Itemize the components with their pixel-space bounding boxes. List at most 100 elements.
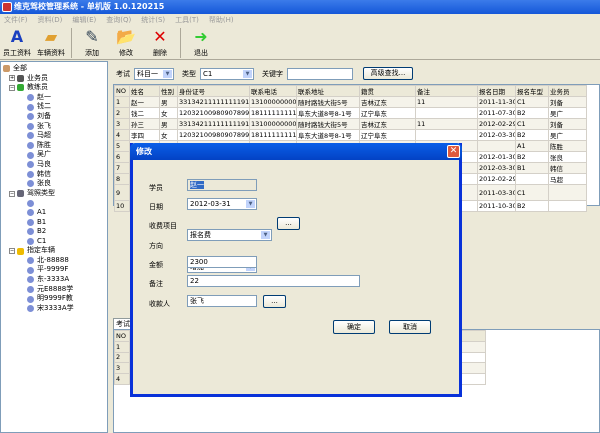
tree-item[interactable]: 元E8888学 [3, 285, 105, 295]
tree-item[interactable]: B2 [3, 227, 105, 237]
table-cell: 2012-01-30 [477, 151, 516, 163]
column-header[interactable]: 性别 [159, 85, 178, 97]
tree-group[interactable]: − 驾照类型 [3, 189, 105, 199]
table-cell: 7 [114, 162, 130, 174]
tree-item[interactable]: 北-88888 [3, 256, 105, 266]
column-header[interactable]: 报名车型 [515, 85, 549, 97]
menu-item[interactable]: 资料(D) [38, 14, 63, 26]
toolbar-button-delete[interactable]: ✕ 删除 [143, 26, 177, 60]
chevron-down-icon[interactable]: ▼ [261, 231, 270, 239]
table-row[interactable]: 4李四女120321009809078991X18111111111阜东大道8号… [114, 129, 587, 141]
keyword-input[interactable] [287, 67, 353, 80]
node-icon [27, 113, 34, 121]
chevron-down-icon[interactable]: ▼ [243, 69, 252, 78]
tree-item[interactable]: 明9999F教 [3, 294, 105, 304]
advanced-search-button[interactable]: 高级查找... [363, 67, 413, 80]
cancel-button[interactable]: 取消 [389, 320, 431, 334]
tree-item[interactable] [3, 198, 105, 208]
node-icon [27, 266, 34, 274]
ok-button[interactable]: 确定 [333, 320, 375, 334]
table-cell: 张良 [548, 151, 587, 163]
tree-group[interactable]: + 业务员 [3, 74, 105, 84]
table-cell: 钱二 [129, 107, 160, 119]
collapse-icon[interactable]: − [9, 84, 15, 91]
type-select[interactable]: C1 ▼ [200, 67, 254, 80]
toolbar-button-edit[interactable]: 📂 修改 [109, 26, 143, 60]
column-header[interactable]: 业务员 [548, 85, 587, 97]
tree-item[interactable]: 马超 [3, 131, 105, 141]
tree-label: 宋3333A学 [37, 303, 74, 312]
exam-select[interactable]: 科目一 ▼ [134, 67, 174, 80]
menu-item[interactable]: 查询(Q) [106, 14, 131, 26]
column-header[interactable]: 备注 [415, 85, 478, 97]
keyword-label: 关键字 [262, 69, 283, 78]
fee-item-select[interactable]: 报名费 ▼ [187, 229, 272, 241]
tree-root[interactable]: 全部 [3, 64, 105, 74]
tree-group[interactable]: − 教练员 [3, 83, 105, 93]
table-cell: 马超 [548, 173, 587, 185]
table-cell: 吉林辽东 [359, 96, 416, 108]
column-header[interactable]: 联系电话 [249, 85, 297, 97]
close-icon[interactable]: ✕ [447, 145, 460, 158]
table-cell: 6 [114, 151, 130, 163]
chevron-down-icon[interactable]: ▼ [163, 69, 172, 78]
tree-item[interactable]: 韩信 [3, 170, 105, 180]
menu-item[interactable]: 统计(S) [141, 14, 165, 26]
tree-label: 吴广 [37, 150, 51, 159]
menu-item[interactable]: 文件(F) [4, 14, 28, 26]
menu-item[interactable]: 帮助(H) [209, 14, 234, 26]
menu-item[interactable]: 编辑(E) [72, 14, 96, 26]
column-header[interactable]: 联系地址 [296, 85, 360, 97]
tree-item[interactable]: 张良 [3, 179, 105, 189]
tree-item[interactable]: B1 [3, 218, 105, 228]
table-row[interactable]: 3 孙三男 331342111111111911 13100000000 随时路钱大街5… [114, 118, 587, 130]
tree-label: 北-88888 [37, 255, 69, 264]
table-cell: 8 [114, 173, 130, 185]
expand-icon[interactable]: + [9, 75, 15, 82]
column-header[interactable]: NO [114, 85, 130, 97]
column-header[interactable]: NO [114, 330, 130, 342]
fee-item-browse-button[interactable]: ... [277, 217, 300, 230]
tree-item[interactable]: 吴广 [3, 150, 105, 160]
category-tree[interactable]: 全部 + 业务员 − 教练员 赵一 钱二 刘备 张飞 马超 陈胜 吴广 马良 韩信 张良 − 驾照类型 A1 B1 B… [0, 61, 108, 433]
tree-item[interactable]: 刘备 [3, 112, 105, 122]
menu-item[interactable]: 工具(T) [175, 14, 199, 26]
toolbar-button-exit[interactable]: ➜ 退出 [184, 26, 218, 60]
table-cell: B2 [515, 107, 549, 119]
tree-item[interactable]: 张飞 [3, 122, 105, 132]
payee-input[interactable]: 张飞 [187, 295, 257, 307]
collapse-icon[interactable]: − [9, 248, 15, 255]
tree-item[interactable]: 钱二 [3, 102, 105, 112]
table-row[interactable]: 1 赵一男 331342111111111911 13100000000 随时路钱大街5… [114, 96, 587, 108]
table-cell [548, 200, 587, 212]
tree-group[interactable]: − 指定车辆 [3, 246, 105, 256]
tree-label: B2 [37, 227, 47, 236]
table-row[interactable]: 2钱二女12032100980907899​1X18111111111阜东大道8… [114, 107, 587, 119]
tree-item[interactable]: 陈胜 [3, 141, 105, 151]
tree-label: 张良 [37, 179, 51, 188]
table-cell [515, 173, 549, 185]
column-header[interactable]: 姓名 [129, 85, 160, 97]
tree-item[interactable]: 宋3333A学 [3, 304, 105, 314]
tree-item[interactable]: 赵一 [3, 93, 105, 103]
date-picker[interactable]: 2012-03-31 ▼ [187, 198, 257, 210]
tree-item[interactable]: 马良 [3, 160, 105, 170]
column-header[interactable]: 报名日期 [477, 85, 516, 97]
toolbar-button-add[interactable]: ✎ 添加 [75, 26, 109, 60]
tree-item[interactable]: A1 [3, 208, 105, 218]
tree-item[interactable]: 东-3333A [3, 275, 105, 285]
table-cell: A1 [515, 140, 549, 152]
tree-label: 指定车辆 [27, 246, 55, 255]
amount-input[interactable]: 2300 [187, 256, 257, 268]
toolbar-button-staff[interactable]: A 员工资料 [0, 26, 34, 60]
chevron-down-icon[interactable]: ▼ [246, 200, 255, 208]
tree-item[interactable]: 平-9999F [3, 265, 105, 275]
collapse-icon[interactable]: − [9, 190, 15, 197]
student-field[interactable]: 赵一 [187, 179, 257, 191]
toolbar-button-vehicle[interactable]: ▰ 车辆资料 [34, 26, 68, 60]
tree-item[interactable]: C1 [3, 237, 105, 247]
column-header[interactable]: 身份证号 [177, 85, 250, 97]
note-input[interactable]: 22 [187, 275, 360, 287]
column-header[interactable]: 籍贯 [359, 85, 416, 97]
payee-browse-button[interactable]: ... [263, 295, 286, 308]
